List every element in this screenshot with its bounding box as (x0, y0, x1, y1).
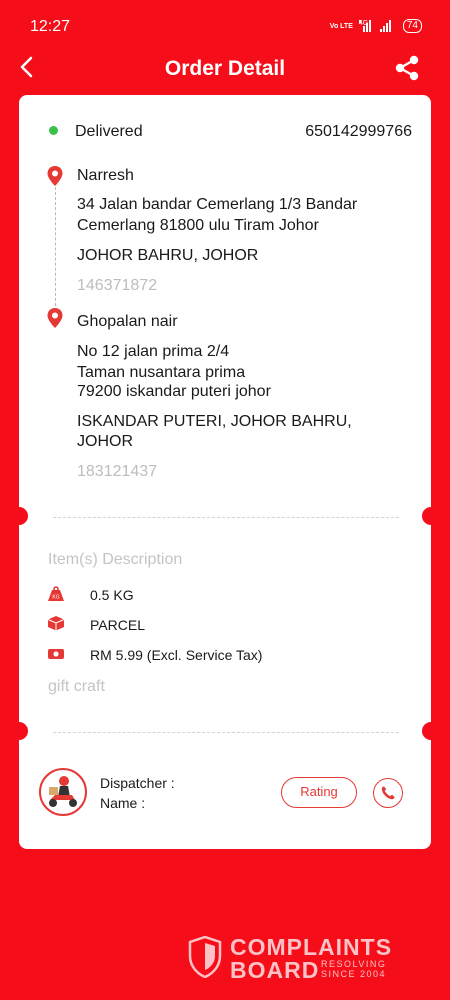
location-pin-icon (47, 166, 63, 186)
items-section-title: Item(s) Description (48, 551, 183, 568)
watermark-sub2: SINCE 2004 (321, 969, 387, 979)
share-icon (395, 55, 419, 81)
card-notch (422, 722, 440, 740)
complaints-board-watermark: COMPLAINTS BOARD RESOLVING SINCE 2004 (188, 934, 408, 984)
route-connector (55, 187, 56, 311)
app-header: Order Detail (0, 44, 450, 94)
page-title: Order Detail (164, 57, 286, 80)
receiver-address-line2: Taman nusantara prima (77, 364, 246, 381)
item-price: RM 5.99 (Excl. Service Tax) (90, 647, 263, 663)
order-detail-card: Delivered 650142999766 Narresh 34 Jalan … (10, 95, 440, 849)
status-indicator-dot (49, 126, 58, 135)
signal-strength-icon-2 (379, 20, 391, 32)
signal-strength-icon: 4G (358, 20, 374, 32)
sender-phone: 146371872 (77, 277, 158, 294)
order-number: 650142999766 (305, 123, 412, 140)
parcel-icon (47, 616, 65, 631)
sender-city: JOHOR BAHRU, JOHOR (77, 247, 259, 264)
item-weight: 0.5 KG (90, 587, 134, 603)
dispatcher-label: Dispatcher : (100, 775, 175, 791)
volte-indicator: Vo LTE (329, 22, 353, 30)
receiver-address-line1: No 12 jalan prima 2/4 (77, 343, 230, 360)
status-bar: 12:27 Vo LTE 4G 74 (0, 0, 450, 44)
call-button[interactable] (373, 778, 403, 808)
watermark-sub1: RESOLVING (321, 959, 387, 969)
share-button[interactable] (392, 53, 422, 83)
status-icons: Vo LTE 4G 74 (330, 19, 422, 33)
sender-address: 34 Jalan bandar Cemerlang 1/3 Bandar Cem… (77, 196, 358, 234)
svg-text:KG: KG (52, 595, 59, 601)
receiver-city-line2: JOHOR (77, 433, 133, 450)
money-icon (48, 649, 64, 659)
status-time: 12:27 (30, 18, 71, 35)
divider (53, 517, 399, 518)
watermark-line2: BOARD (230, 957, 320, 983)
scooter-rider-icon (49, 776, 77, 807)
receiver-address-line3: 79200 iskandar puteri johor (77, 383, 271, 400)
receiver-phone: 183121437 (77, 463, 158, 480)
dispatcher-name-label: Name : (100, 795, 146, 811)
divider (53, 732, 399, 733)
sender-name: Narresh (77, 167, 134, 184)
battery-icon: 74 (402, 19, 422, 33)
network-type: 4G (358, 20, 369, 27)
order-status: Delivered (75, 123, 143, 140)
item-description: gift craft (48, 678, 105, 695)
card-notch (10, 507, 28, 525)
item-type: PARCEL (90, 617, 145, 633)
card-notch (422, 507, 440, 525)
phone-icon (381, 786, 395, 800)
shield-logo-icon (188, 936, 222, 978)
card-notch (10, 722, 28, 740)
dispatcher-avatar (39, 768, 87, 816)
rating-button[interactable]: Rating (281, 777, 357, 808)
receiver-city-line1: ISKANDAR PUTERI, JOHOR BAHRU, (77, 413, 352, 430)
receiver-name: Ghopalan nair (77, 313, 178, 330)
location-pin-icon (47, 308, 63, 328)
weight-icon: KG (48, 586, 64, 601)
